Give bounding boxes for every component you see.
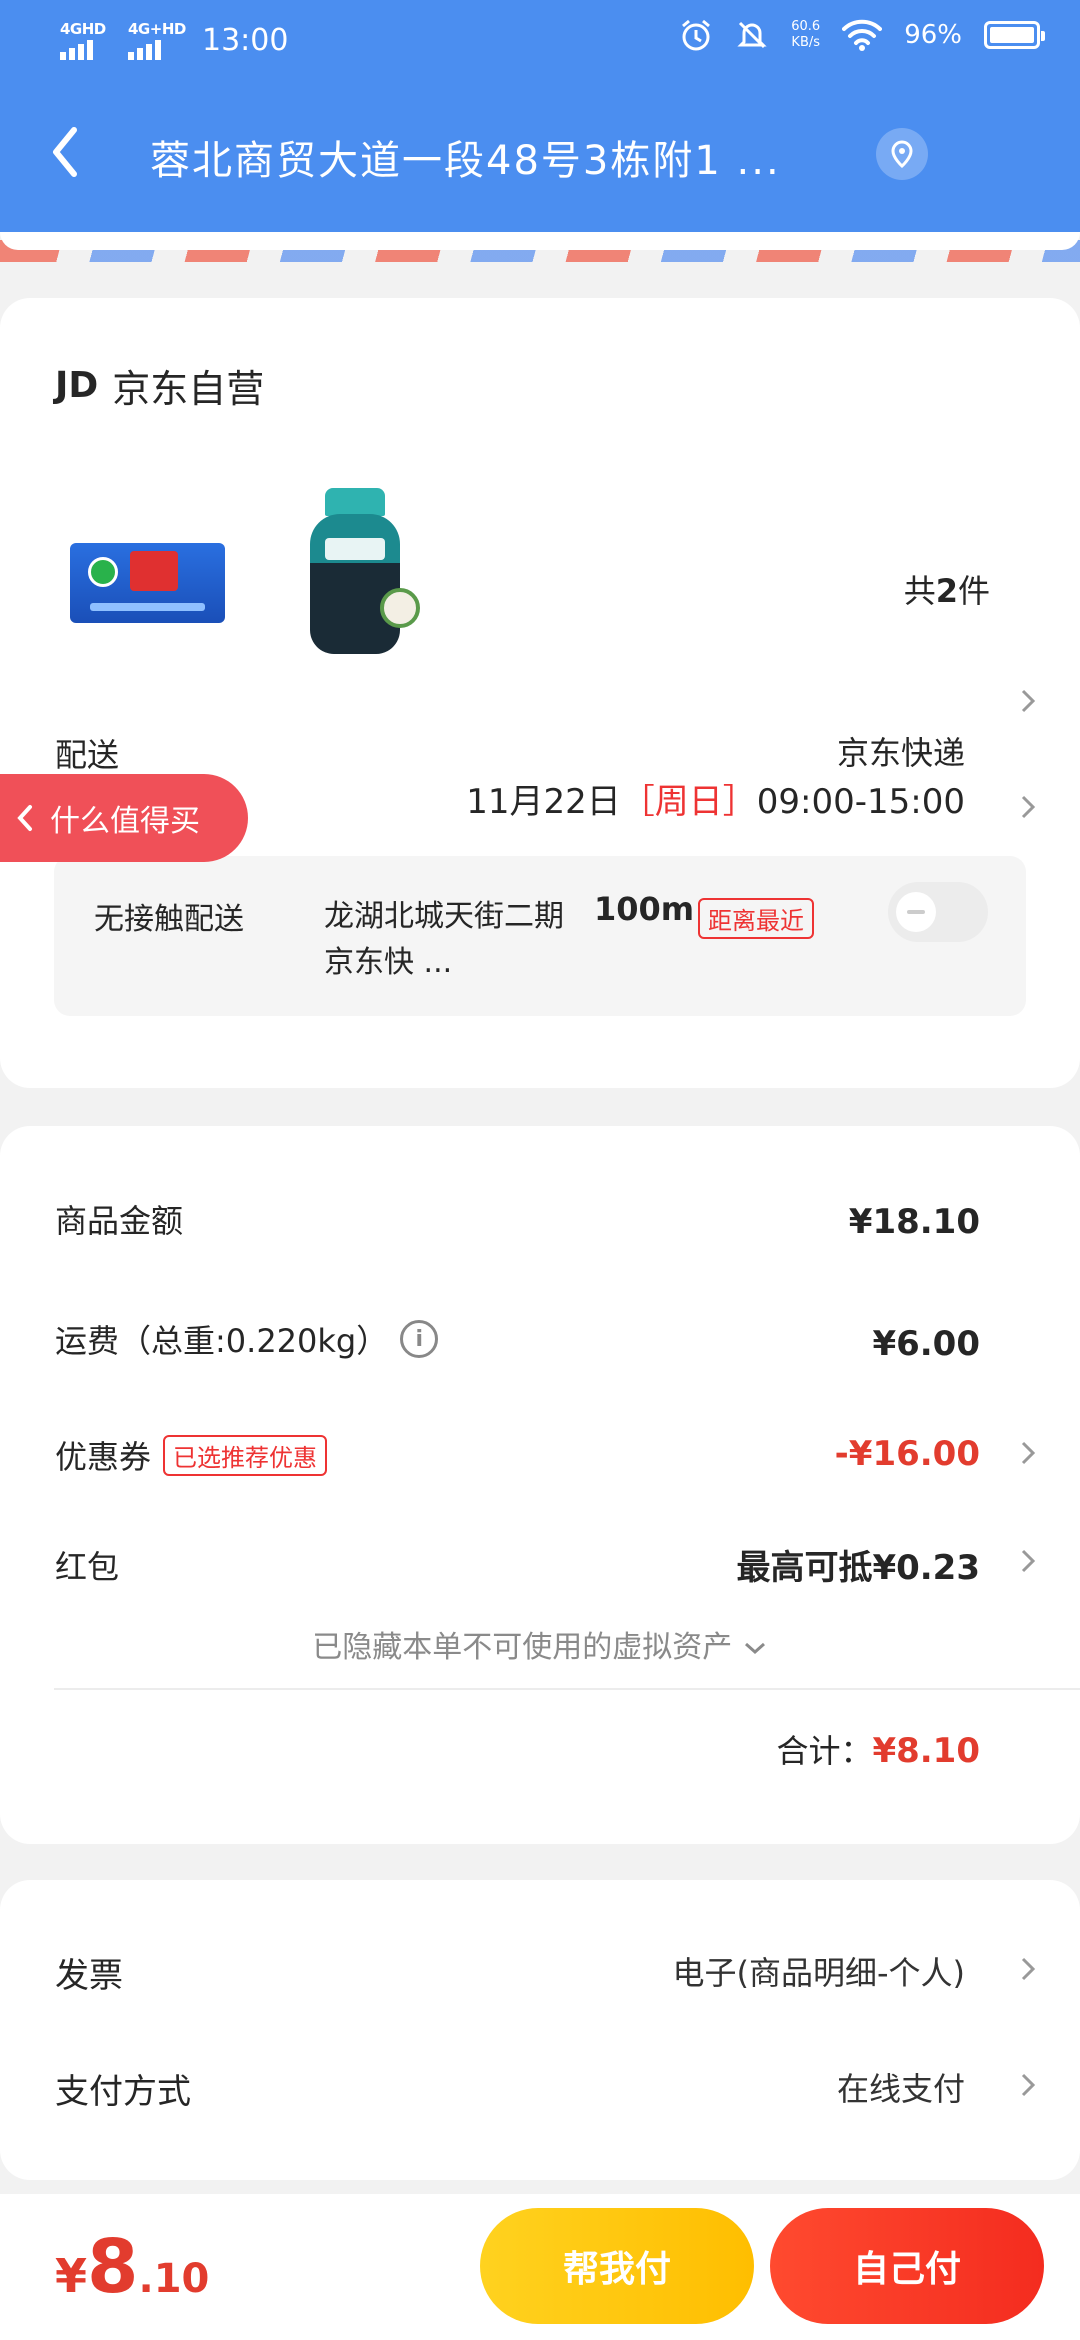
pickup-name: 龙湖北城天街二期京东快 ... — [324, 899, 564, 980]
delivery-carrier[interactable]: 京东快递 — [837, 728, 965, 774]
back-button[interactable] — [40, 122, 100, 182]
invoice-value[interactable]: 电子(商品明细-个人) — [672, 1948, 965, 1994]
jd-logo: JD — [55, 365, 99, 406]
coupon-label: 优惠券 — [55, 1438, 152, 1476]
shop-name: 京东自营 — [112, 367, 265, 411]
chevron-right-icon — [1021, 795, 1036, 819]
order-total: 合计：¥8.10 — [776, 1726, 980, 1772]
delivery-date: 11月22日 — [466, 782, 621, 822]
cost-card: 商品金额 ¥18.10 运费（总重:0.220kg） i ¥6.00 优惠券 已… — [0, 1126, 1080, 1844]
chevron-down-icon — [744, 1642, 765, 1655]
contactless-label: 无接触配送 — [94, 902, 244, 937]
order-card: JD 京东自营 共2件 配送 京东快递 11月22日［周日］09:00-15:0… — [0, 298, 1080, 1088]
invoice-label: 发票 — [55, 1956, 123, 1996]
self-pay-button[interactable]: 自己付 — [770, 2208, 1044, 2324]
signal-4g-icon: 4GHD — [60, 20, 110, 60]
location-pin-button[interactable] — [876, 128, 928, 180]
speed-value: 60.6 — [791, 19, 821, 34]
delivery-time[interactable]: 11月22日［周日］09:00-15:00 — [466, 774, 965, 823]
nearest-badge: 距离最近 — [698, 898, 814, 939]
address-title[interactable]: 蓉北商贸大道一段48号3栋附1 ... — [150, 128, 850, 186]
payment-value[interactable]: 在线支付 — [837, 2064, 965, 2110]
network-speed: 60.6 KB/s — [791, 19, 820, 51]
status-bar: 4GHD 4G+HD 13:00 60.6 KB/s 96% — [0, 0, 1080, 80]
chevron-right-icon — [1021, 1441, 1036, 1465]
price-currency: ¥ — [55, 2249, 88, 2303]
delivery-range: 09:00-15:00 — [756, 782, 965, 822]
contactless-toggle[interactable] — [888, 882, 988, 942]
delivery-weekday: ［周日］ — [620, 782, 757, 822]
status-right: 60.6 KB/s 96% — [679, 18, 1045, 52]
clock: 13:00 — [202, 22, 289, 58]
shipping-row: 运费（总重:0.220kg） i — [55, 1316, 439, 1362]
signal-4g-plus-icon: 4G+HD — [128, 20, 186, 60]
contactless-box: 无接触配送 龙湖北城天街二期京东快 ... 100m 距离最近 — [54, 856, 1026, 1016]
address-bottom-edge — [0, 232, 1080, 250]
net1-label: 4GHD — [60, 20, 106, 38]
coupon-badge: 已选推荐优惠 — [163, 1434, 328, 1476]
hidden-assets-toggle[interactable]: 已隐藏本单不可使用的虚拟资产 — [0, 1622, 1080, 1666]
status-left: 4GHD 4G+HD 13:00 — [60, 20, 288, 60]
count-number: 2 — [935, 572, 958, 610]
back-chevron-icon — [53, 127, 77, 177]
total-label: 合计： — [776, 1732, 873, 1770]
chevron-left-icon — [17, 805, 32, 831]
redpack-label: 红包 — [55, 1548, 120, 1586]
shop-header: JD 京东自营 — [55, 358, 264, 413]
delivery-label: 配送 — [55, 736, 120, 774]
coupon-row[interactable]: 优惠券 已选推荐优惠 — [55, 1432, 328, 1478]
divider — [54, 1688, 1080, 1690]
chevron-right-icon — [1021, 2073, 1036, 2097]
redpack-value[interactable]: 最高可抵¥0.23 — [736, 1540, 980, 1589]
product-image-downy[interactable] — [285, 478, 435, 663]
coupon-value[interactable]: -¥16.00 — [835, 1434, 980, 1474]
price-integer: 8 — [87, 2224, 139, 2310]
location-pin-icon — [891, 140, 913, 169]
help-pay-button[interactable]: 帮我付 — [480, 2208, 754, 2324]
wifi-icon — [842, 19, 883, 51]
shipping-value: ¥6.00 — [872, 1324, 980, 1364]
info-icon[interactable]: i — [400, 1320, 439, 1358]
worth-buy-label: 什么值得买 — [50, 804, 200, 839]
product-image-soap[interactable] — [70, 543, 225, 623]
goods-amount-label: 商品金额 — [55, 1202, 184, 1240]
bottom-pay-bar: ¥ 8 .10 帮我付 自己付 — [0, 2194, 1080, 2340]
battery-icon — [984, 21, 1045, 49]
total-value: ¥8.10 — [872, 1731, 980, 1771]
item-count[interactable]: 共2件 — [904, 566, 990, 612]
goods-amount-value: ¥18.10 — [848, 1202, 980, 1242]
worth-buy-button[interactable]: 什么值得买 — [0, 774, 248, 862]
hidden-assets-label: 已隐藏本单不可使用的虚拟资产 — [312, 1630, 733, 1665]
price-decimal: .10 — [138, 2256, 210, 2302]
pay-price: ¥ 8 .10 — [55, 2224, 209, 2310]
invoice-payment-card: 发票 电子(商品明细-个人) 支付方式 在线支付 — [0, 1880, 1080, 2180]
chevron-right-icon — [1021, 1957, 1036, 1981]
top-header: 4GHD 4G+HD 13:00 60.6 KB/s 96% 蓉北商贸大道一段4… — [0, 0, 1080, 232]
pickup-distance: 100m — [594, 890, 695, 928]
mute-bell-icon — [737, 21, 767, 49]
battery-percent: 96% — [904, 20, 962, 50]
count-suffix: 件 — [957, 572, 990, 610]
speed-unit: KB/s — [791, 35, 821, 50]
shipping-label: 运费（总重:0.220kg） — [55, 1322, 389, 1360]
alarm-icon — [682, 19, 711, 51]
net2-label: 4G+HD — [128, 20, 186, 38]
chevron-right-icon — [1021, 1549, 1036, 1573]
payment-label: 支付方式 — [55, 2072, 191, 2112]
count-prefix: 共 — [903, 572, 936, 610]
chevron-right-icon — [1021, 689, 1036, 713]
title-bar: 蓉北商贸大道一段48号3栋附1 ... — [0, 100, 1080, 210]
